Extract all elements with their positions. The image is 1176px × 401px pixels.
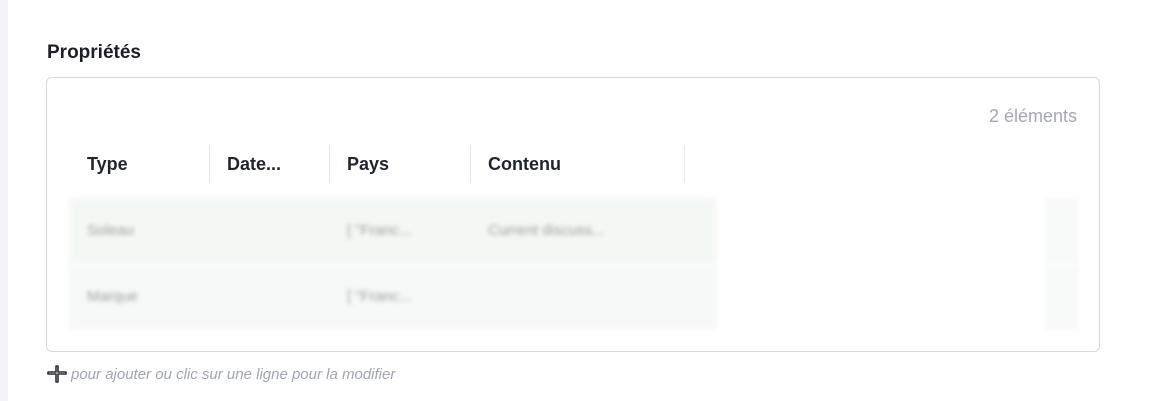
column-header-pays[interactable]: Pays	[329, 143, 470, 185]
column-header-type[interactable]: Type	[69, 143, 209, 185]
table-row[interactable]: Soleau [ "Franc... Current discuss...	[69, 198, 1079, 264]
left-rail	[0, 0, 8, 401]
section-title: Propriétés	[47, 42, 141, 63]
column-divider[interactable]	[684, 145, 685, 183]
properties-panel: 2 éléments Type Date... Pays Contenu Sol…	[46, 77, 1100, 352]
column-header-contenu[interactable]: Contenu	[470, 143, 684, 185]
plus-cross-icon[interactable]	[47, 365, 67, 383]
item-count: 2 éléments	[988, 106, 1077, 126]
hint-text: pour ajouter ou clic sur une ligne pour …	[71, 365, 396, 383]
column-header-date[interactable]: Date...	[209, 143, 329, 185]
add-hint: pour ajouter ou clic sur une ligne pour …	[47, 365, 395, 383]
cell-pays: [ "Franc...	[347, 222, 412, 239]
cell-pays: [ "Franc...	[347, 288, 412, 305]
cell-type: Marque	[87, 288, 138, 305]
row-side-cell	[1045, 198, 1079, 264]
cell-type: Soleau	[87, 222, 134, 239]
cell-contenu: Current discuss...	[488, 222, 605, 239]
table-row[interactable]: Marque [ "Franc...	[69, 264, 1079, 330]
row-side-cell	[1045, 264, 1079, 330]
